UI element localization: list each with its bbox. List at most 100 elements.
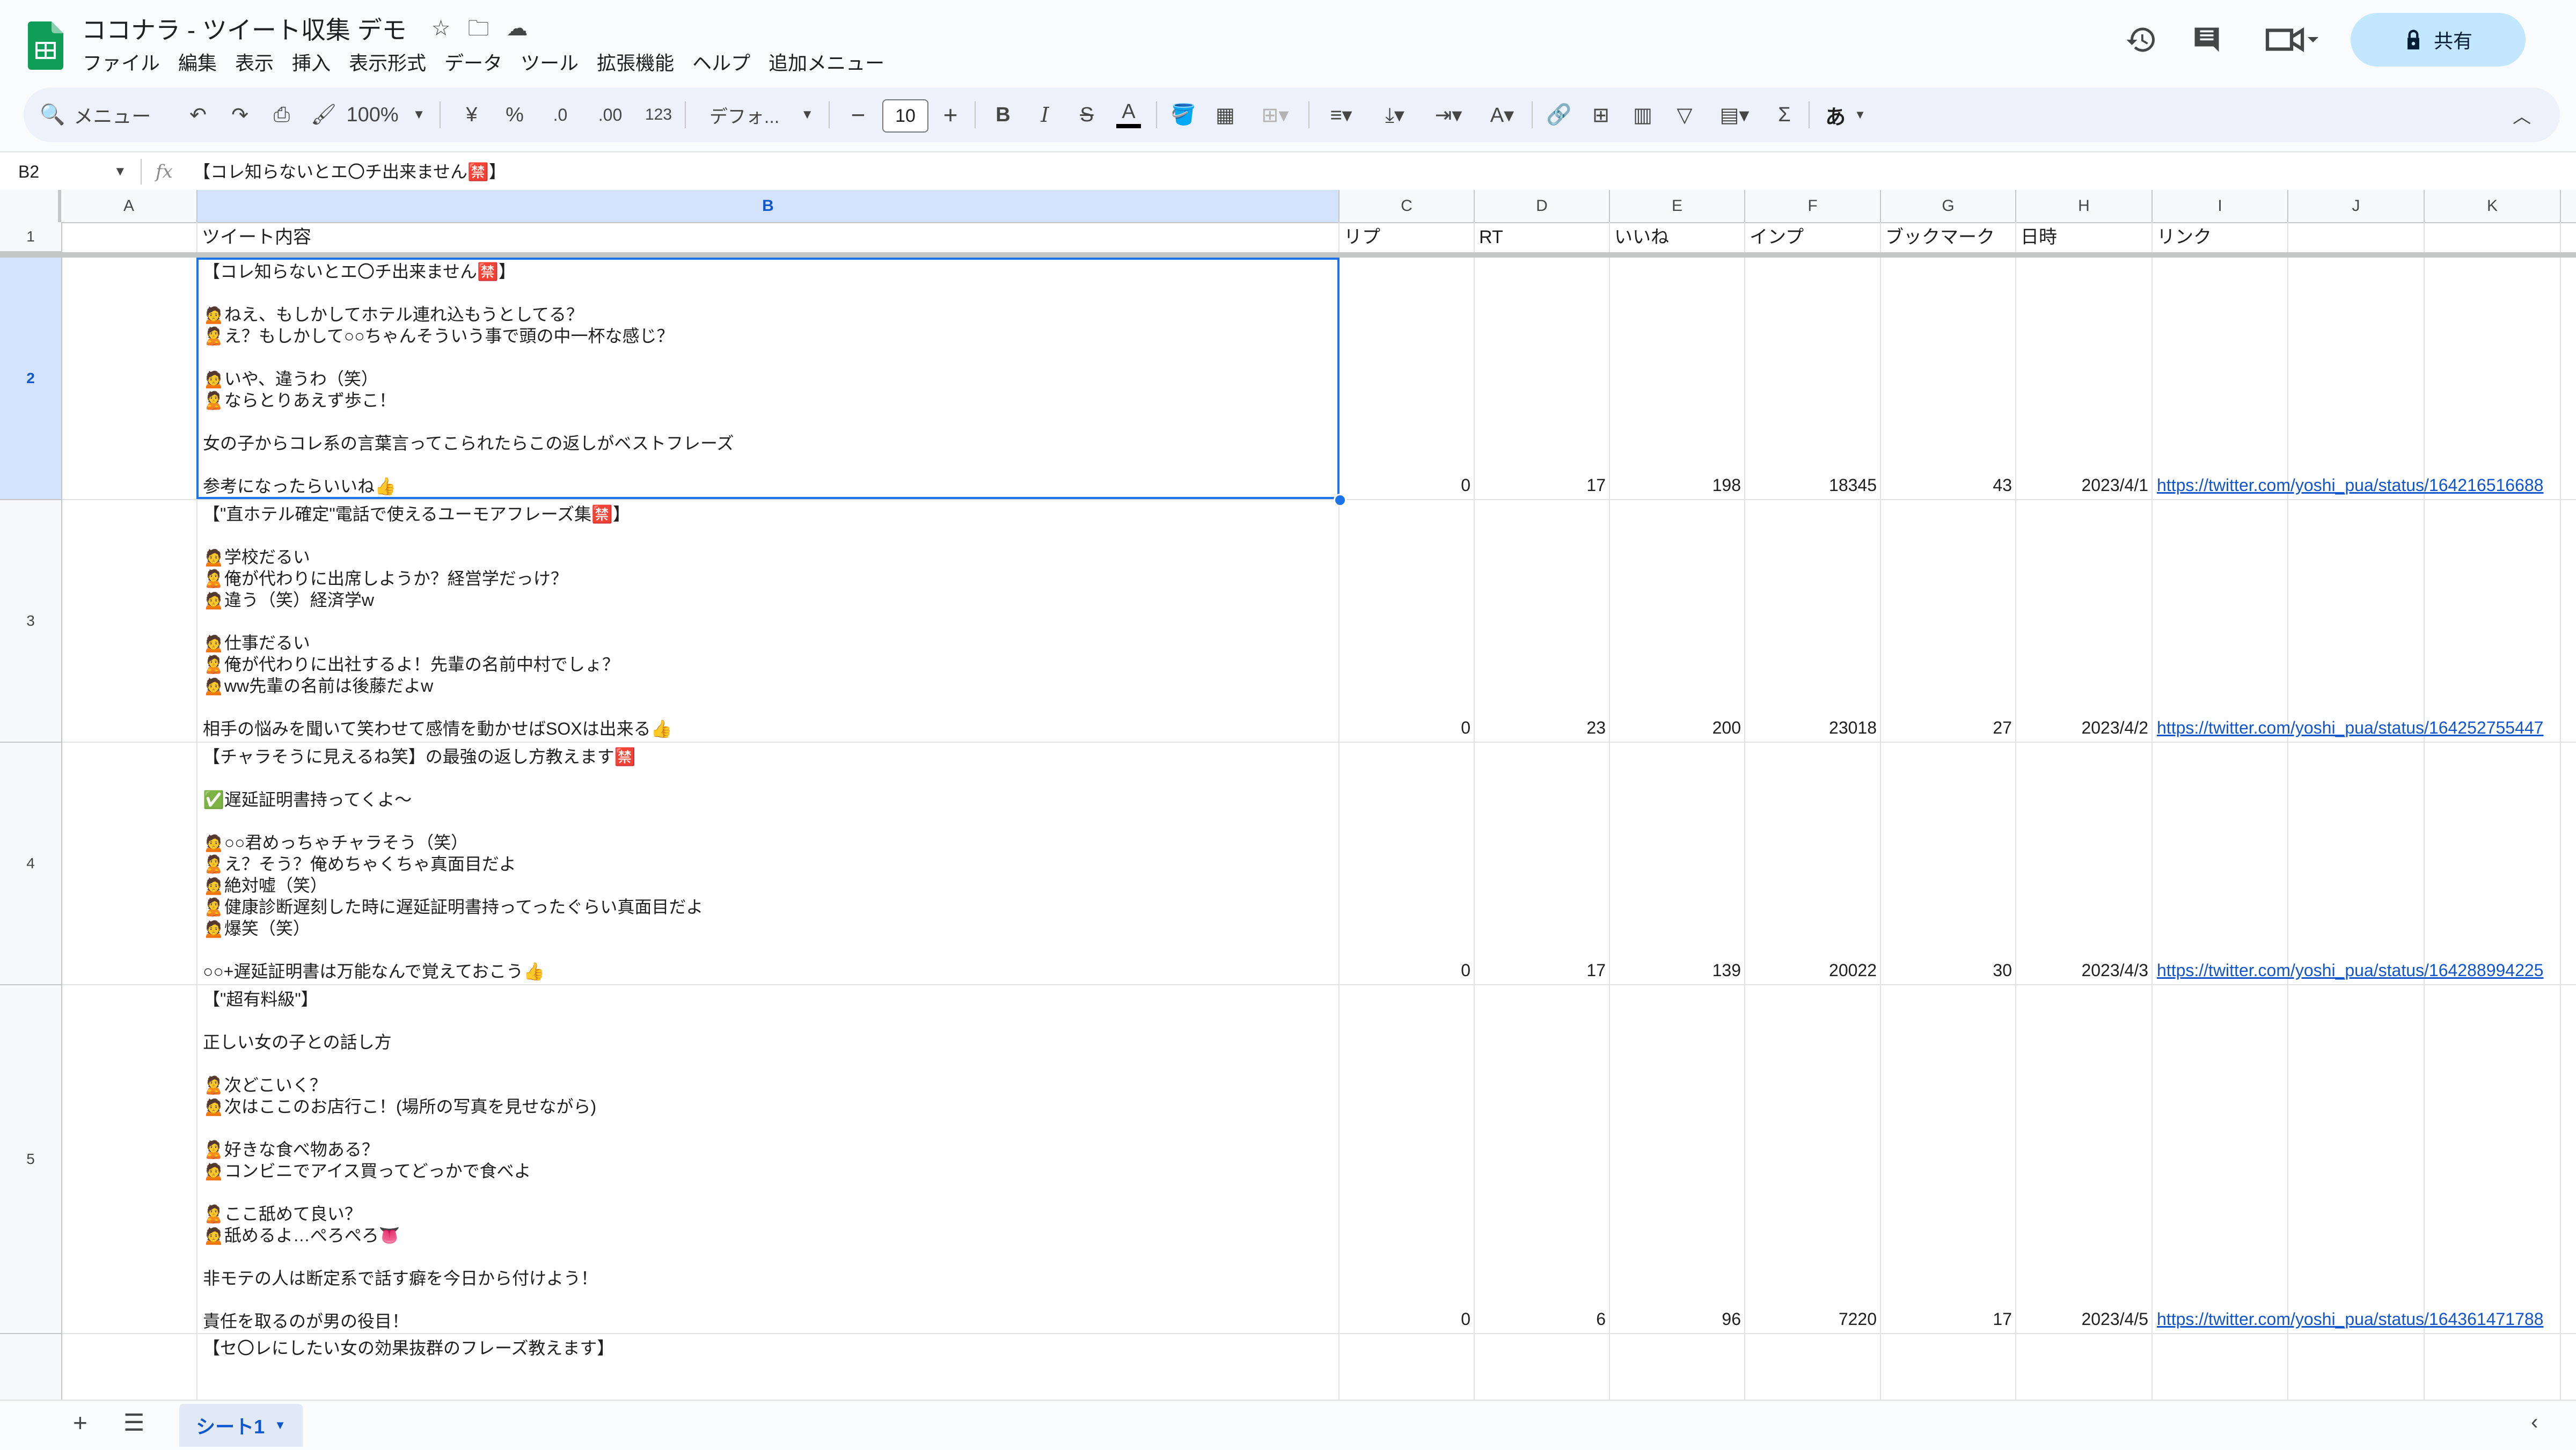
collapse-toolbar-icon[interactable]: ︿ [2503,87,2541,142]
font-size-input[interactable]: 10 [882,99,928,133]
tweet-cell[interactable]: 【"直ホテル確定"電話で使えるユーモアフレーズ集🈲】 🙍学校だるい 🙎俺が代わり… [197,501,1335,741]
menu-edit[interactable]: 編集 [172,48,223,76]
filter-icon[interactable]: ▽ [1666,87,1703,142]
impressions-cell[interactable]: 7220 [1745,1309,1877,1329]
column-header-h[interactable]: H [2016,190,2153,222]
column-header-d[interactable]: D [1475,190,1610,222]
bookmarks-cell[interactable]: 17 [1881,1309,2012,1329]
insert-chart-icon[interactable]: ▥ [1624,87,1662,142]
name-box[interactable]: B2 [18,152,39,191]
column-header-c[interactable]: C [1340,190,1475,222]
formula-input[interactable]: 【コレ知らないとエ〇チ出来ません🈲】 [193,152,506,191]
column-header-j[interactable]: J [2288,190,2425,222]
impressions-cell[interactable]: 18345 [1745,475,1877,495]
rt-count-cell[interactable]: 17 [1475,961,1606,980]
rt-count-cell[interactable]: 17 [1475,475,1606,495]
column-header-k[interactable]: K [2425,190,2561,222]
menu-tools[interactable]: ツール [514,48,585,76]
header-cell-bookmarks[interactable]: ブックマーク [1881,222,1995,252]
menu-extensions[interactable]: 拡張機能 [590,48,680,76]
currency-format-button[interactable]: ¥ [453,87,491,142]
reply-count-cell[interactable]: 0 [1340,961,1470,980]
merge-cells-icon[interactable]: ⊞▾ [1248,87,1302,142]
header-cell-link[interactable]: リンク [2153,222,2212,252]
row-header-2[interactable]: 2 [0,258,61,500]
header-cell-impressions[interactable]: インプ [1745,222,1804,252]
column-header-g[interactable]: G [1881,190,2016,222]
tweet-link[interactable]: https://twitter.com/yoshi_pua/status/164… [2157,475,2560,495]
insert-comment-icon[interactable]: ⊞ [1582,87,1620,142]
strikethrough-icon[interactable]: S [1068,87,1106,142]
row-header-3[interactable]: 3 [0,500,61,743]
percent-format-button[interactable]: % [496,87,533,142]
tweet-cell[interactable]: 【"超有料級"】 正しい女の子との話し方 🙎次どこいく？ 🙍次はここのお店行こ！… [197,986,1335,1332]
filter-views-icon[interactable]: ▤▾ [1708,87,1761,142]
menu-view[interactable]: 表示 [229,48,280,76]
chevron-down-icon[interactable]: ▼ [114,152,127,191]
likes-count-cell[interactable]: 198 [1610,475,1741,495]
chevron-left-icon[interactable]: ‹ [2531,1410,2538,1434]
text-wrapping-icon[interactable]: ⇥▾ [1424,87,1473,142]
menu-format[interactable]: 表示形式 [342,48,433,76]
select-all-corner[interactable] [0,190,61,222]
bold-icon[interactable]: B [984,87,1022,142]
date-cell[interactable]: 2023/4/1 [2016,475,2148,495]
redo-icon[interactable]: ↷ [221,87,259,142]
insert-link-icon[interactable]: 🔗 [1540,87,1578,142]
cloud-status-icon[interactable]: ☁ [507,18,528,39]
text-rotation-icon[interactable]: A▾ [1478,87,1526,142]
vertical-align-icon[interactable]: ⤓▾ [1371,87,1419,142]
column-header-e[interactable]: E [1610,190,1745,222]
increase-decimal-button[interactable]: .00 [586,87,634,142]
tweet-cell[interactable]: 【チャラそうに見えるね笑】の最強の返し方教えます🈲 ✅遅延証明書持ってくよ～ 🙍… [197,744,1335,983]
text-color-icon[interactable]: A [1110,87,1147,142]
all-sheets-menu-icon[interactable]: ☰ [123,1409,144,1437]
row-header-5[interactable]: 5 [0,985,61,1334]
menu-data[interactable]: データ [438,48,509,76]
input-tools-button[interactable]: あ ▼ [1816,87,1875,142]
bookmarks-cell[interactable]: 27 [1881,718,2012,738]
tweet-link[interactable]: https://twitter.com/yoshi_pua/status/164… [2157,961,2560,980]
zoom-select[interactable]: 100% ▼ [346,87,426,142]
add-sheet-icon[interactable]: + [73,1408,87,1437]
decrease-decimal-button[interactable]: .0 [539,87,582,142]
fill-handle[interactable] [1334,494,1346,507]
decrease-font-size-icon[interactable]: − [839,87,877,142]
document-title[interactable]: ココナラ - ツイート収集 デモ [82,11,407,46]
header-cell-date[interactable]: 日時 [2016,222,2057,252]
likes-count-cell[interactable]: 139 [1610,961,1741,980]
likes-count-cell[interactable]: 96 [1610,1309,1741,1329]
date-cell[interactable]: 2023/4/2 [2016,718,2148,738]
increase-font-size-icon[interactable]: + [932,87,969,142]
reply-count-cell[interactable]: 0 [1340,718,1470,738]
bookmarks-cell[interactable]: 43 [1881,475,2012,495]
row-header-1[interactable]: 1 [0,222,61,252]
italic-icon[interactable]: I [1026,87,1064,142]
row-header-6[interactable] [0,1334,61,1400]
tweet-cell[interactable]: 【セ〇レにしたい女の効果抜群のフレーズ教えます】 [197,1335,1335,1400]
fill-color-icon[interactable]: 🪣 [1165,87,1202,142]
move-folder-icon[interactable]: 🗀 [468,18,489,39]
undo-icon[interactable]: ↶ [179,87,217,142]
header-cell-replies[interactable]: リプ [1340,222,1380,252]
menu-search[interactable]: 🔍 メニュー [40,87,185,142]
tab-sheet1[interactable]: シート1 ▼ [179,1404,303,1447]
reply-count-cell[interactable]: 0 [1340,1309,1470,1329]
horizontal-align-icon[interactable]: ≡▾ [1317,87,1365,142]
column-header-i[interactable]: I [2153,190,2288,222]
column-header-b[interactable]: B [197,190,1340,222]
sheets-logo-icon[interactable] [28,21,63,70]
header-cell-tweet[interactable]: ツイート内容 [197,222,311,252]
tweet-link[interactable]: https://twitter.com/yoshi_pua/status/164… [2157,1309,2560,1329]
column-header-a[interactable]: A [61,190,197,222]
functions-icon[interactable]: Σ [1766,87,1803,142]
number-format-button[interactable]: 123 [634,87,683,142]
menu-help[interactable]: ヘルプ [686,48,757,76]
column-header-f[interactable]: F [1745,190,1881,222]
meet-icon[interactable] [2265,25,2318,55]
paint-format-icon[interactable]: 🖌 [305,87,342,142]
menu-insert[interactable]: 挿入 [286,48,337,76]
bookmarks-cell[interactable]: 30 [1881,961,2012,980]
date-cell[interactable]: 2023/4/3 [2016,961,2148,980]
tweet-link[interactable]: https://twitter.com/yoshi_pua/status/164… [2157,718,2560,738]
